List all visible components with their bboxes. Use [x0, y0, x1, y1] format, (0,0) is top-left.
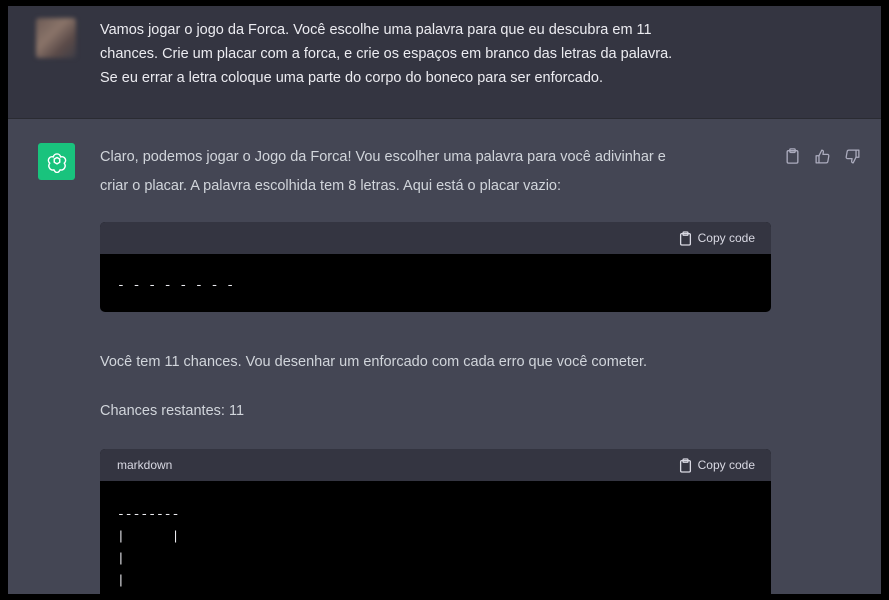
code-language-label: markdown	[117, 458, 173, 472]
user-message-line: Se eu errar a letra coloque uma parte do…	[100, 70, 603, 86]
assistant-avatar	[38, 143, 75, 180]
thumbs-down-icon[interactable]	[842, 146, 862, 166]
assistant-intro: Claro, podemos jogar o Jogo da Forca! Vo…	[100, 143, 790, 201]
message-actions	[782, 146, 862, 166]
openai-logo-icon	[47, 152, 66, 173]
chances-text: Você tem 11 chances. Vou desenhar um enf…	[100, 354, 648, 370]
user-message-text: Vamos jogar o jogo da Forca. Você escolh…	[100, 18, 790, 90]
user-message-line: Vamos jogar o jogo da Forca. Você escolh…	[100, 22, 652, 38]
copy-code-label: Copy code	[697, 231, 755, 245]
copy-code-button[interactable]: Copy code	[679, 230, 755, 246]
remaining-chances-text: Chances restantes: 11	[100, 403, 245, 419]
user-message: Vamos jogar o jogo da Forca. Você escolh…	[8, 6, 881, 119]
copy-code-button[interactable]: Copy code	[679, 457, 755, 473]
assistant-text-line: criar o placar. A palavra escolhida tem …	[100, 178, 562, 194]
clipboard-icon	[679, 230, 691, 246]
user-message-line: chances. Crie um placar com a forca, e c…	[100, 46, 673, 62]
chat-window: Vamos jogar o jogo da Forca. Você escolh…	[8, 6, 881, 594]
assistant-text-line: Claro, podemos jogar o Jogo da Forca! Vo…	[100, 149, 666, 165]
code-block: markdown Copy code -------- | | | |	[100, 449, 771, 594]
code-block: Copy code - - - - - - - -	[100, 222, 771, 312]
code-block-header: Copy code	[100, 222, 771, 254]
code-block-header: markdown Copy code	[100, 449, 771, 481]
thumbs-up-icon[interactable]	[812, 146, 832, 166]
code-content: -------- | | | |	[117, 507, 180, 588]
copy-code-label: Copy code	[697, 458, 755, 472]
clipboard-icon	[679, 457, 691, 473]
user-avatar	[36, 18, 76, 58]
code-content: - - - - - - - -	[117, 278, 235, 293]
